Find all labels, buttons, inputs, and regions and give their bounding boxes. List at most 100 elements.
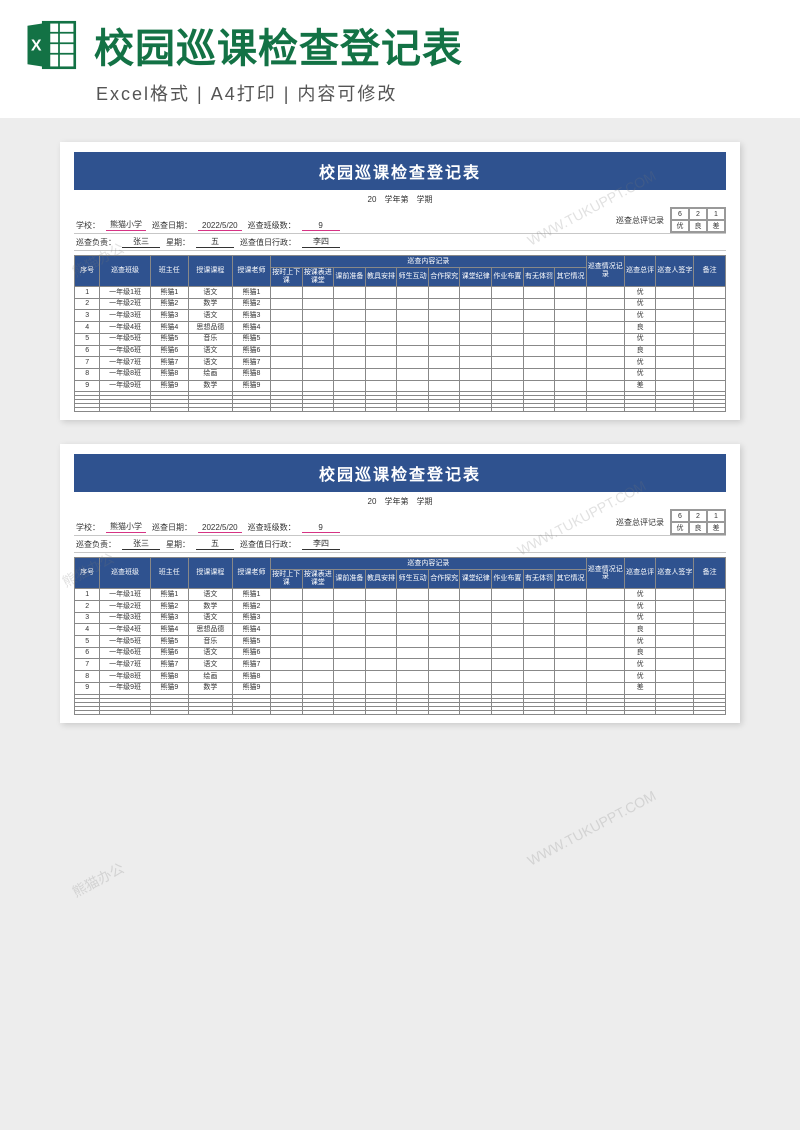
cell: 优: [624, 333, 656, 345]
cell: [555, 624, 587, 636]
cell: 语文: [188, 647, 232, 659]
cell: 优: [624, 671, 656, 683]
cell: [460, 710, 492, 714]
cell: [365, 682, 397, 694]
sub-col: 教具安排: [365, 267, 397, 286]
cell: [302, 408, 334, 412]
cell: [270, 671, 302, 683]
cell: [188, 710, 232, 714]
cell: [270, 357, 302, 369]
cell: 熊猫5: [233, 333, 271, 345]
cell: [365, 612, 397, 624]
cell: 语文: [188, 612, 232, 624]
meta-field: 巡查负责：张三: [74, 234, 164, 250]
cell: [694, 368, 726, 380]
cell: [334, 380, 366, 392]
cell: [150, 710, 188, 714]
table-row: 5一年级5班熊猫5音乐熊猫5优: [75, 333, 726, 345]
cell: [365, 380, 397, 392]
cell: 音乐: [188, 636, 232, 648]
cell: [555, 310, 587, 322]
cell: [555, 322, 587, 334]
cell: [492, 322, 524, 334]
cell: [428, 659, 460, 671]
cell: [460, 345, 492, 357]
cell: [523, 710, 555, 714]
cell: 绘画: [188, 671, 232, 683]
cell: [270, 310, 302, 322]
header-bar: X 校园巡课检查登记表: [0, 0, 800, 80]
col-header: 巡查人签字: [656, 558, 694, 589]
cell: [694, 333, 726, 345]
semester-line: 20 学年第 学期: [74, 492, 726, 509]
cell: [428, 408, 460, 412]
cell: 语文: [188, 357, 232, 369]
cell: [694, 408, 726, 412]
cell: [492, 345, 524, 357]
cell: 熊猫4: [233, 624, 271, 636]
cell: [428, 710, 460, 714]
cell: [302, 287, 334, 299]
cell: [656, 322, 694, 334]
cell: [270, 368, 302, 380]
cell: 一年级8班: [100, 671, 151, 683]
worksheet: 校园巡课检查登记表20 学年第 学期学校：熊猫小学巡查日期：2022/5/20巡…: [60, 444, 740, 722]
col-header: 授课老师: [233, 256, 271, 287]
cell: [555, 682, 587, 694]
cell: 一年级4班: [100, 322, 151, 334]
cell: [492, 659, 524, 671]
cell: [555, 671, 587, 683]
sub-col: 课前准备: [334, 569, 366, 588]
cell: [428, 322, 460, 334]
cell: [694, 710, 726, 714]
cell: 数学: [188, 298, 232, 310]
meta-field: 星期：五: [164, 536, 238, 552]
cell: 1: [75, 589, 100, 601]
cell: [302, 601, 334, 613]
cell: 语文: [188, 345, 232, 357]
cell: 熊猫9: [150, 380, 188, 392]
cell: [492, 310, 524, 322]
watermark: 熊猫办公: [69, 858, 128, 902]
cell: [523, 601, 555, 613]
cell: [586, 671, 624, 683]
cell: [365, 671, 397, 683]
cell: 优: [624, 298, 656, 310]
summary-box: 巡查总评记录621优良差: [614, 509, 726, 535]
cell: [523, 322, 555, 334]
cell: [656, 310, 694, 322]
cell: [460, 671, 492, 683]
cell: [334, 710, 366, 714]
cell: [302, 647, 334, 659]
cell: 熊猫8: [150, 671, 188, 683]
cell: [555, 380, 587, 392]
table-row: 3一年级3班熊猫3语文熊猫3优: [75, 310, 726, 322]
cell: [624, 408, 656, 412]
cell: [334, 368, 366, 380]
meta-field: 巡查值日行政：李四: [238, 234, 344, 250]
meta-field: 巡查负责：张三: [74, 536, 164, 552]
cell: [428, 682, 460, 694]
cell: [586, 647, 624, 659]
cell: [460, 682, 492, 694]
meta-row-1: 学校：熊猫小学巡查日期：2022/5/20巡查班级数：9巡查总评记录621优良差: [74, 207, 726, 234]
col-header: 授课老师: [233, 558, 271, 589]
sub-col: 合作探究: [428, 569, 460, 588]
cell: 优: [624, 659, 656, 671]
cell: [523, 671, 555, 683]
cell: 一年级9班: [100, 380, 151, 392]
meta-field: 巡查日期：2022/5/20: [150, 509, 246, 535]
col-header: 授课课程: [188, 256, 232, 287]
cell: 良: [624, 345, 656, 357]
cell: [365, 624, 397, 636]
cell: 一年级4班: [100, 624, 151, 636]
cell: 优: [624, 287, 656, 299]
cell: [302, 612, 334, 624]
cell: [656, 659, 694, 671]
cell: [492, 671, 524, 683]
cell: [555, 345, 587, 357]
cell: [302, 659, 334, 671]
cell: [555, 408, 587, 412]
meta-row-2: 巡查负责：张三星期：五巡查值日行政：李四: [74, 536, 726, 553]
cell: 5: [75, 636, 100, 648]
